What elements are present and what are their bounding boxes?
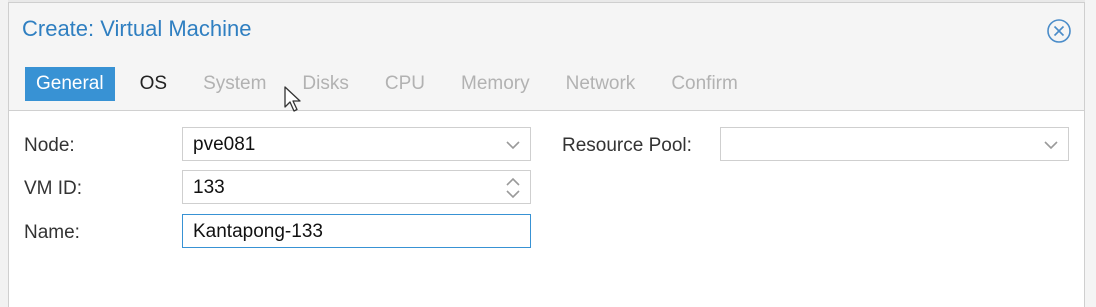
name-value: Kantapong-133 — [193, 221, 323, 242]
close-icon[interactable] — [1046, 18, 1072, 44]
node-value: pve081 — [193, 134, 256, 155]
resource-pool-label: Resource Pool: — [562, 135, 692, 156]
tab-network[interactable]: Network — [555, 67, 647, 101]
create-vm-dialog: Create: Virtual Machine General OS Syste… — [8, 2, 1085, 307]
tab-os[interactable]: OS — [129, 67, 178, 101]
name-label: Name: — [24, 222, 80, 243]
node-label: Node: — [24, 135, 75, 156]
wizard-tabs: General OS System Disks CPU Memory Netwo… — [25, 67, 763, 101]
tab-memory[interactable]: Memory — [450, 67, 541, 101]
dialog-title: Create: Virtual Machine — [22, 16, 252, 41]
background-page-right — [1085, 0, 1096, 307]
mouse-pointer-icon — [284, 86, 301, 112]
resource-pool-select[interactable] — [720, 127, 1069, 161]
vmid-value: 133 — [193, 177, 225, 198]
background-page-left — [0, 0, 8, 307]
tab-general[interactable]: General — [25, 67, 115, 101]
tab-system[interactable]: System — [192, 67, 277, 101]
vmid-field[interactable]: 133 — [182, 170, 531, 204]
chevron-down-icon[interactable] — [1043, 137, 1059, 153]
vmid-label: VM ID: — [24, 178, 83, 199]
spinner-up-down-icon[interactable] — [505, 176, 521, 200]
chevron-down-icon[interactable] — [505, 137, 521, 153]
dialog-header: Create: Virtual Machine General OS Syste… — [9, 3, 1084, 111]
name-field[interactable]: Kantapong-133 — [182, 214, 531, 248]
tab-cpu[interactable]: CPU — [374, 67, 436, 101]
node-select[interactable]: pve081 — [182, 127, 531, 161]
tab-confirm[interactable]: Confirm — [660, 67, 749, 101]
